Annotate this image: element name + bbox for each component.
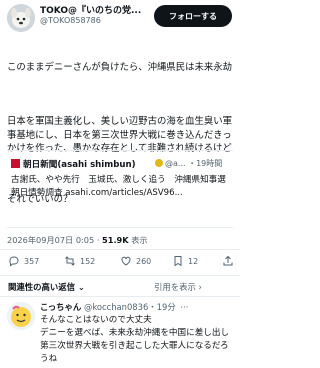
bookmark-count: 12	[188, 256, 199, 266]
share-icon	[223, 255, 233, 266]
quoted-meta: @a... ・19時間	[155, 158, 222, 169]
divider	[0, 296, 240, 297]
reply-icon	[9, 256, 19, 267]
more-options-icon[interactable]: ···	[180, 302, 188, 312]
reply-handle-time: @kocchan0836・19分	[83, 302, 176, 312]
author-handle[interactable]: @TOKO858786	[40, 16, 101, 25]
gold-verified-icon	[155, 159, 163, 167]
reply-author-name[interactable]: こっちゃん	[40, 302, 81, 312]
reply-sort-dropdown[interactable]: 関連性の高い返信 ⌄	[8, 281, 85, 293]
asahi-logo-icon	[11, 159, 20, 168]
chevron-right-icon: ›	[198, 282, 202, 292]
emoji-avatar-icon	[7, 302, 35, 330]
quoted-tweet-card[interactable]: 朝日新聞(asahi shimbun) @a... ・19時間 古謝氏、やや先行…	[7, 150, 235, 228]
action-bar: 357 152 260 12	[0, 252, 240, 274]
reply-button[interactable]: 357	[8, 255, 39, 267]
share-button[interactable]	[222, 255, 234, 267]
view-quotes-link[interactable]: 引用を表示 ›	[154, 281, 202, 293]
chevron-down-icon: ⌄	[77, 282, 85, 292]
dog-avatar-icon	[7, 4, 35, 32]
reply-avatar[interactable]	[7, 302, 35, 330]
quoted-source-name: 朝日新聞(asahi shimbun)	[23, 160, 136, 170]
reply-header: こっちゃん @kocchan0836・19分 ···	[40, 301, 188, 313]
quoted-text: 古謝氏、やや先行 玉城氏、激しく追う 沖縄県知事選 朝日情勢調査 asahi.c…	[11, 175, 235, 199]
follow-button[interactable]: フォローする	[154, 5, 232, 27]
view-quotes-label: 引用を表示	[154, 282, 196, 292]
bookmark-icon	[174, 256, 182, 267]
like-button[interactable]: 260	[120, 255, 151, 267]
repost-icon	[65, 256, 75, 266]
quoted-source: 朝日新聞(asahi shimbun)	[11, 158, 136, 170]
quoted-meta-text: @a... ・19時間	[165, 159, 223, 168]
author-name[interactable]: TOKO@『いのちの党...	[40, 3, 141, 16]
divider	[0, 249, 240, 250]
like-count: 260	[136, 256, 152, 266]
views-label: 表示	[131, 235, 148, 245]
author-avatar[interactable]	[7, 4, 35, 32]
tweet-datetime[interactable]: 2026年09月07日 0:05	[7, 235, 94, 245]
reply-sort-label: 関連性の高い返信	[8, 282, 75, 292]
repost-button[interactable]: 152	[64, 255, 95, 267]
view-count: 51.9K	[102, 235, 129, 245]
tweet-paragraph: このままデニーさんが負けたら、沖縄県民は未来永劫	[7, 62, 233, 74]
reply-text: そんなことはないので大丈夫 デニーを選べば、未来永劫沖縄を中国に差し出し第三次世…	[40, 315, 230, 364]
bookmark-button[interactable]: 12	[172, 255, 198, 267]
repost-count: 152	[80, 256, 96, 266]
divider	[0, 275, 240, 276]
reply-count: 357	[24, 256, 40, 266]
tweet-meta: 2026年09月07日 0:05 · 51.9K 表示	[7, 235, 148, 245]
heart-icon	[121, 256, 131, 266]
